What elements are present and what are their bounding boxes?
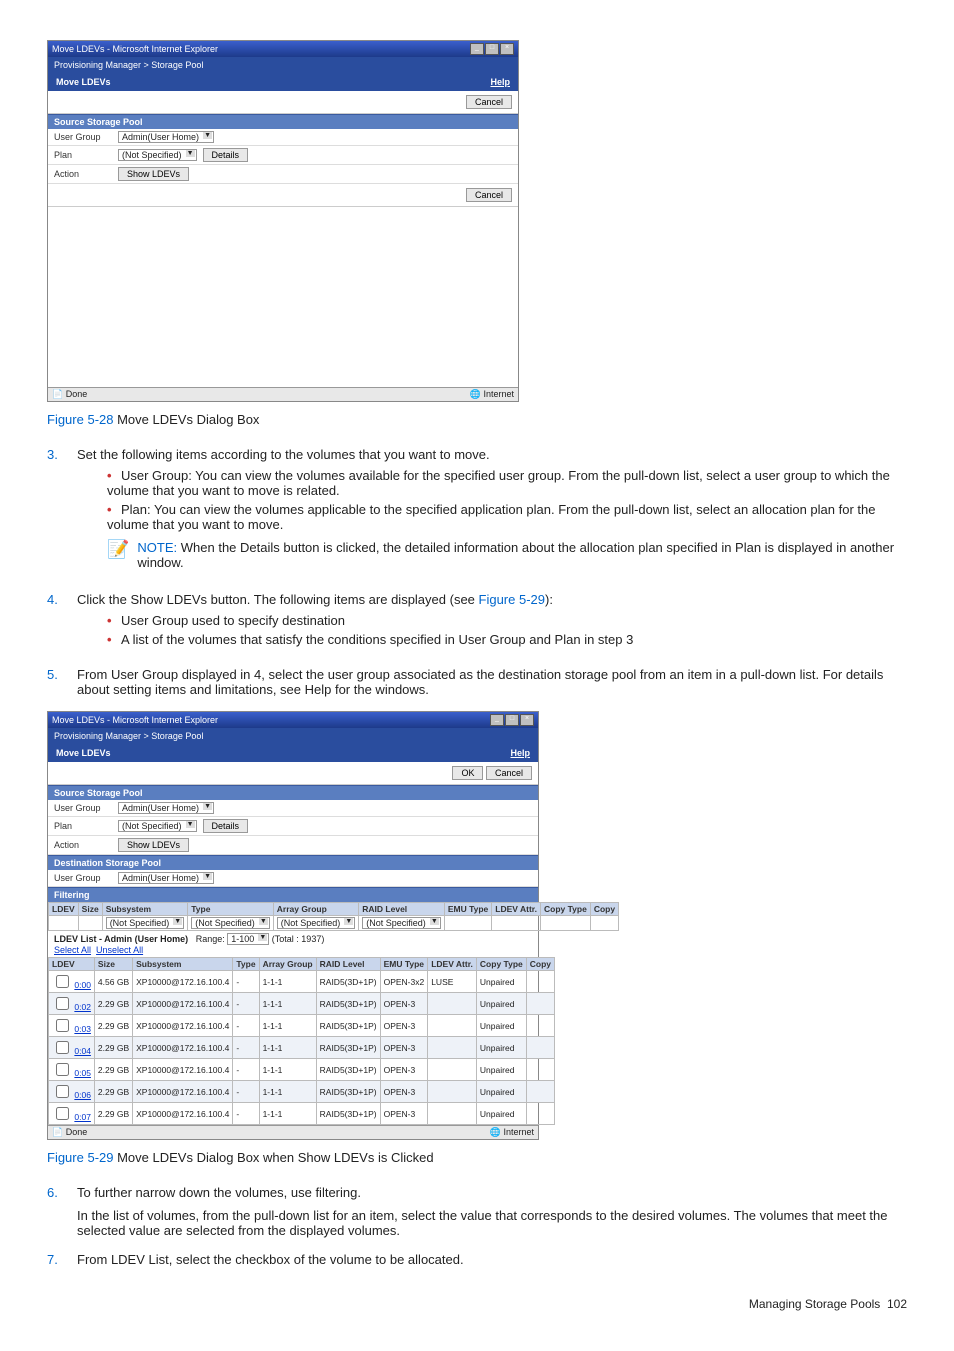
show-ldevs-button-2[interactable]: Show LDEVs [118,838,189,852]
user-group-select[interactable]: Admin(User Home) [118,131,214,143]
step-6-number: 6. [47,1185,77,1238]
table-row: 0:052.29 GBXP10000@172.16.100.4-1-1-1RAI… [49,1059,555,1081]
user-group-label: User Group [54,132,112,142]
step-7-number: 7. [47,1252,77,1267]
ie-done-icon: 📄 [52,1127,63,1137]
internet-zone-icon: 🌐 [470,389,481,399]
figure-5-29-window: Move LDEVs - Microsoft Internet Explorer… [47,711,539,1140]
row-checkbox[interactable] [56,1085,69,1098]
table-row: 0:042.29 GBXP10000@172.16.100.4-1-1-1RAI… [49,1037,555,1059]
step-5-text: From User Group displayed in 4, select t… [77,667,907,697]
window-title: Move LDEVs - Microsoft Internet Explorer [52,44,218,54]
status-done: Done [66,389,88,399]
help-link-2[interactable]: Help [510,748,530,758]
note-text: When the Details button is clicked, the … [137,540,894,570]
breadcrumb: Provisioning Manager > Storage Pool [48,57,518,73]
plan-select[interactable]: (Not Specified) [118,149,197,161]
status-zone: Internet [483,389,514,399]
ldev-link[interactable]: 0:05 [74,1068,91,1078]
note-icon: 📝 [107,540,129,570]
filter-type[interactable]: (Not Specified) [191,917,270,929]
close-icon[interactable]: × [520,714,534,726]
close-icon[interactable]: × [500,43,514,55]
min-icon[interactable]: _ [490,714,504,726]
step-3-number: 3. [47,447,77,578]
page-footer: Managing Storage Pools 102 [47,1297,907,1311]
filtering-header: Filtering [48,887,538,902]
cancel-button-3[interactable]: Cancel [486,766,532,780]
action-label: Action [54,169,112,179]
cancel-button-2[interactable]: Cancel [466,188,512,202]
plan-select-2[interactable]: (Not Specified) [118,820,197,832]
show-ldevs-button[interactable]: Show LDEVs [118,167,189,181]
max-icon[interactable]: □ [505,714,519,726]
ie-done-icon: 📄 [52,389,63,399]
row-checkbox[interactable] [56,1041,69,1054]
min-icon[interactable]: _ [470,43,484,55]
step-3-lead: Set the following items according to the… [77,447,907,462]
details-button[interactable]: Details [203,148,249,162]
window-title-2: Move LDEVs - Microsoft Internet Explorer [52,715,218,725]
table-row: 0:004.56 GBXP10000@172.16.100.4-1-1-1RAI… [49,971,555,993]
plan-label: Plan [54,150,112,160]
step-4-bullet-2: A list of the volumes that satisfy the c… [107,632,907,647]
filter-array-group[interactable]: (Not Specified) [277,917,356,929]
note-label: NOTE: [137,540,180,555]
filter-subsystem[interactable]: (Not Specified) [106,917,185,929]
select-all-link[interactable]: Select All [54,945,91,955]
row-checkbox[interactable] [56,975,69,988]
step-4-number: 4. [47,592,77,653]
details-button-2[interactable]: Details [203,819,249,833]
step-4-lead: Click the Show LDEVs button. The followi… [77,592,907,607]
step-5-number: 5. [47,667,77,697]
ldev-list-table: LDEVSizeSubsystemTypeArray GroupRAID Lev… [48,957,555,1125]
table-row: 0:022.29 GBXP10000@172.16.100.4-1-1-1RAI… [49,993,555,1015]
ldev-link[interactable]: 0:07 [74,1112,91,1122]
step-7-text: From LDEV List, select the checkbox of t… [77,1252,907,1267]
table-row: 0:072.29 GBXP10000@172.16.100.4-1-1-1RAI… [49,1103,555,1125]
step-4-bullet-1: User Group used to specify destination [107,613,907,628]
filtering-table: LDEVSizeSubsystemTypeArray GroupRAID Lev… [48,902,619,931]
table-row: 0:032.29 GBXP10000@172.16.100.4-1-1-1RAI… [49,1015,555,1037]
figure-5-28-caption: Figure 5-28 Move LDEVs Dialog Box [47,412,907,427]
ok-button[interactable]: OK [452,766,483,780]
table-row: 0:062.29 GBXP10000@172.16.100.4-1-1-1RAI… [49,1081,555,1103]
help-link[interactable]: Help [490,77,510,87]
ldev-link[interactable]: 0:00 [74,980,91,990]
ldev-link[interactable]: 0:03 [74,1024,91,1034]
source-pool-header-2: Source Storage Pool [48,785,538,800]
row-checkbox[interactable] [56,997,69,1010]
unselect-all-link[interactable]: Unselect All [96,945,143,955]
row-checkbox[interactable] [56,1107,69,1120]
step-3-bullet-1: User Group: You can view the volumes ava… [107,468,907,498]
filter-raid[interactable]: (Not Specified) [362,917,441,929]
source-pool-header: Source Storage Pool [48,114,518,129]
step-6-lead: To further narrow down the volumes, use … [77,1185,907,1200]
internet-zone-icon: 🌐 [490,1127,501,1137]
row-checkbox[interactable] [56,1019,69,1032]
range-select[interactable]: 1-100 [227,933,269,945]
total-count: (Total : 1937) [272,934,325,944]
page-title-2: Move LDEVs [56,748,111,758]
figure-5-29-caption: Figure 5-29 Move LDEVs Dialog Box when S… [47,1150,907,1165]
page-title: Move LDEVs [56,77,111,87]
row-checkbox[interactable] [56,1063,69,1076]
user-group-select-2[interactable]: Admin(User Home) [118,802,214,814]
dest-pool-header: Destination Storage Pool [48,855,538,870]
ldev-link[interactable]: 0:06 [74,1090,91,1100]
figure-5-28-window: Move LDEVs - Microsoft Internet Explorer… [47,40,519,402]
dest-user-group-select[interactable]: Admin(User Home) [118,872,214,884]
ldev-link[interactable]: 0:04 [74,1046,91,1056]
step-6-body: In the list of volumes, from the pull-do… [77,1208,907,1238]
ldev-list-title: LDEV List - Admin (User Home) [54,934,188,944]
step-3-bullet-2: Plan: You can view the volumes applicabl… [107,502,907,532]
cancel-button[interactable]: Cancel [466,95,512,109]
breadcrumb-2: Provisioning Manager > Storage Pool [48,728,538,744]
ldev-link[interactable]: 0:02 [74,1002,91,1012]
max-icon[interactable]: □ [485,43,499,55]
